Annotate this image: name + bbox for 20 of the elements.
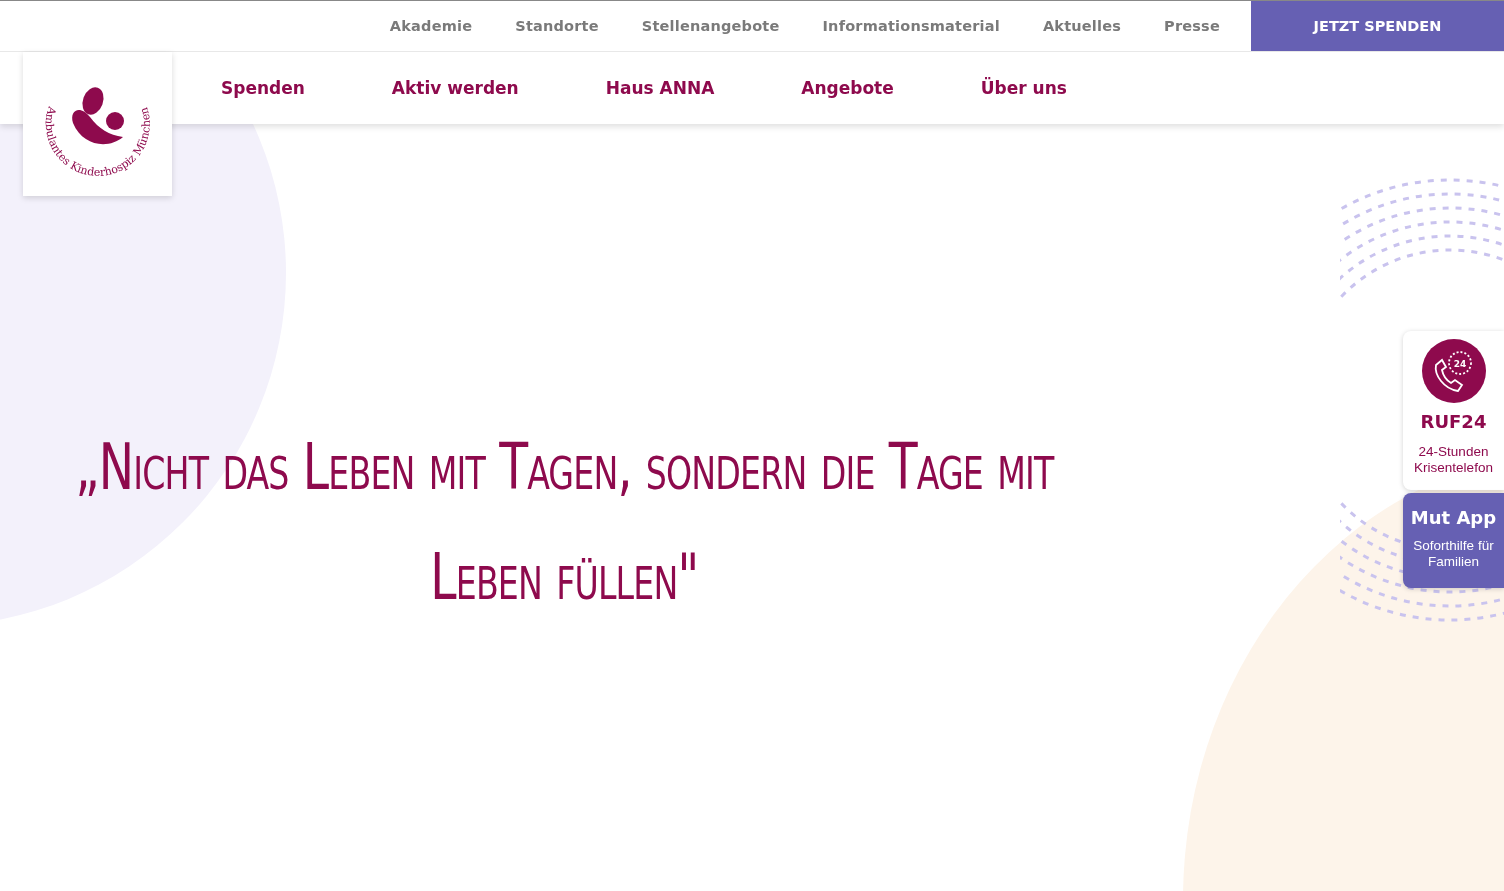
main-nav-link[interactable]: Haus ANNA <box>605 78 715 98</box>
top-nav-link[interactable]: Aktuelles <box>1042 18 1122 34</box>
widget-title: RUF24 <box>1420 411 1487 432</box>
quote-text: „Nicht das Leben mit Tagen, sondern die Tage mit Leben füllen" <box>74 429 1055 616</box>
top-nav-link[interactable]: Informationsmaterial <box>822 18 1000 34</box>
widget-subtitle: Soforthilfe für Familien <box>1412 538 1495 570</box>
top-nav-link[interactable]: Standorte <box>515 18 599 34</box>
main-nav-link[interactable]: Über uns <box>980 78 1067 98</box>
top-nav-link[interactable]: Presse <box>1164 18 1220 34</box>
app-widget[interactable]: Mut App Soforthilfe für Familien <box>1403 493 1504 588</box>
main-nav-link[interactable]: Spenden <box>221 78 305 98</box>
hotline-widget[interactable]: 24 RUF24 24-Stunden Krisentelefon <box>1403 331 1504 490</box>
phone-clock-icon: 24 <box>1421 339 1486 403</box>
donate-button[interactable]: JETZT SPENDEN <box>1251 1 1504 51</box>
top-nav-link[interactable]: Akademie <box>389 18 473 34</box>
widget-subtitle: 24-Stunden Krisentelefon <box>1413 444 1494 476</box>
main-nav-link[interactable]: Aktiv werden <box>391 78 519 98</box>
widget-title: Mut App <box>1410 507 1497 528</box>
top-nav-link[interactable]: Stellenangebote <box>641 18 780 34</box>
main-nav-link[interactable]: Angebote <box>801 78 894 98</box>
